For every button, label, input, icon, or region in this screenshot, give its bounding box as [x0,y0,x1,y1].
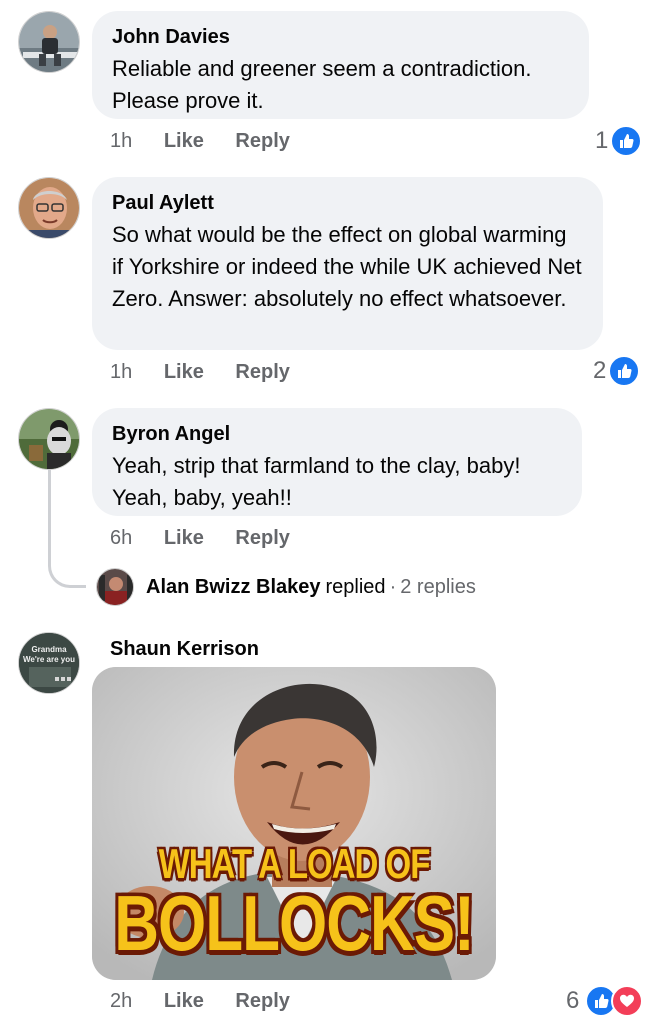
comment-time[interactable]: 1h [110,361,132,384]
reaction-count: 2 [593,357,607,384]
comment-text: Yeah, strip that farmland to the clay, b… [112,453,521,510]
like-button[interactable]: Like [164,527,204,550]
thread-connector [48,470,86,588]
avatar[interactable] [18,11,80,73]
comment-time[interactable]: 6h [110,527,132,550]
comment-author[interactable]: John Davies [112,25,569,49]
meme-caption-bottom: BOLLOCKS! [114,881,475,968]
like-button[interactable]: Like [164,361,204,384]
comment-author[interactable]: Paul Aylett [112,191,583,215]
avatar-caption-line: We're are you [23,655,75,664]
like-button[interactable]: Like [164,990,204,1013]
reaction-summary[interactable]: 6 [566,985,644,1017]
comment-bubble: Byron Angel Yeah, strip that farmland to… [92,408,582,516]
reply-button[interactable]: Reply [235,527,289,550]
comment-image[interactable]: WHAT A LOAD OF BOLLOCKS! [92,667,496,980]
comment-text: Reliable and greener seem a contradictio… [112,56,532,113]
comment-author[interactable]: Byron Angel [112,422,562,446]
avatar [96,568,134,606]
comment-text: So what would be the effect on global wa… [112,222,582,311]
like-icon [608,355,641,387]
comment-author[interactable]: Shaun Kerrison [110,638,259,661]
avatar[interactable]: Grandma We're are you [18,632,80,694]
comment-time[interactable]: 2h [110,990,132,1013]
comment-bubble: Paul Aylett So what would be the effect … [92,177,603,350]
reply-separator: · [389,575,397,598]
reaction-count: 1 [595,127,609,154]
avatar-photo-icon [97,569,133,605]
reply-author: Alan Bwizz Blakey [146,575,321,598]
comment-actions: 2h Like Reply [110,990,316,1013]
avatar[interactable] [18,408,80,470]
comment-time[interactable]: 1h [110,130,132,153]
comment-actions: 6h Like Reply [110,527,316,550]
reaction-count: 6 [566,987,580,1014]
comment-actions: 1h Like Reply [110,130,316,153]
avatar-photo-icon [19,178,79,238]
reply-button[interactable]: Reply [235,361,289,384]
comment-actions: 1h Like Reply [110,361,316,384]
view-replies-link[interactable]: Alan Bwizz Blakey replied · 2 replies [96,568,476,606]
love-icon [611,985,644,1017]
reaction-summary[interactable]: 2 [593,355,641,387]
comment-bubble: John Davies Reliable and greener seem a … [92,11,589,119]
replies-count: 2 replies [400,575,476,598]
avatar-photo-icon [19,409,79,469]
avatar-caption: Grandma We're are you [19,645,79,665]
like-icon [610,125,643,157]
reaction-summary[interactable]: 1 [595,125,643,157]
reply-button[interactable]: Reply [235,130,289,153]
replied-label: replied [325,575,386,598]
like-button[interactable]: Like [164,130,204,153]
avatar-photo-icon [19,12,79,72]
avatar-caption-line: Grandma [31,645,67,654]
avatar[interactable] [18,177,80,239]
reply-button[interactable]: Reply [235,990,289,1013]
